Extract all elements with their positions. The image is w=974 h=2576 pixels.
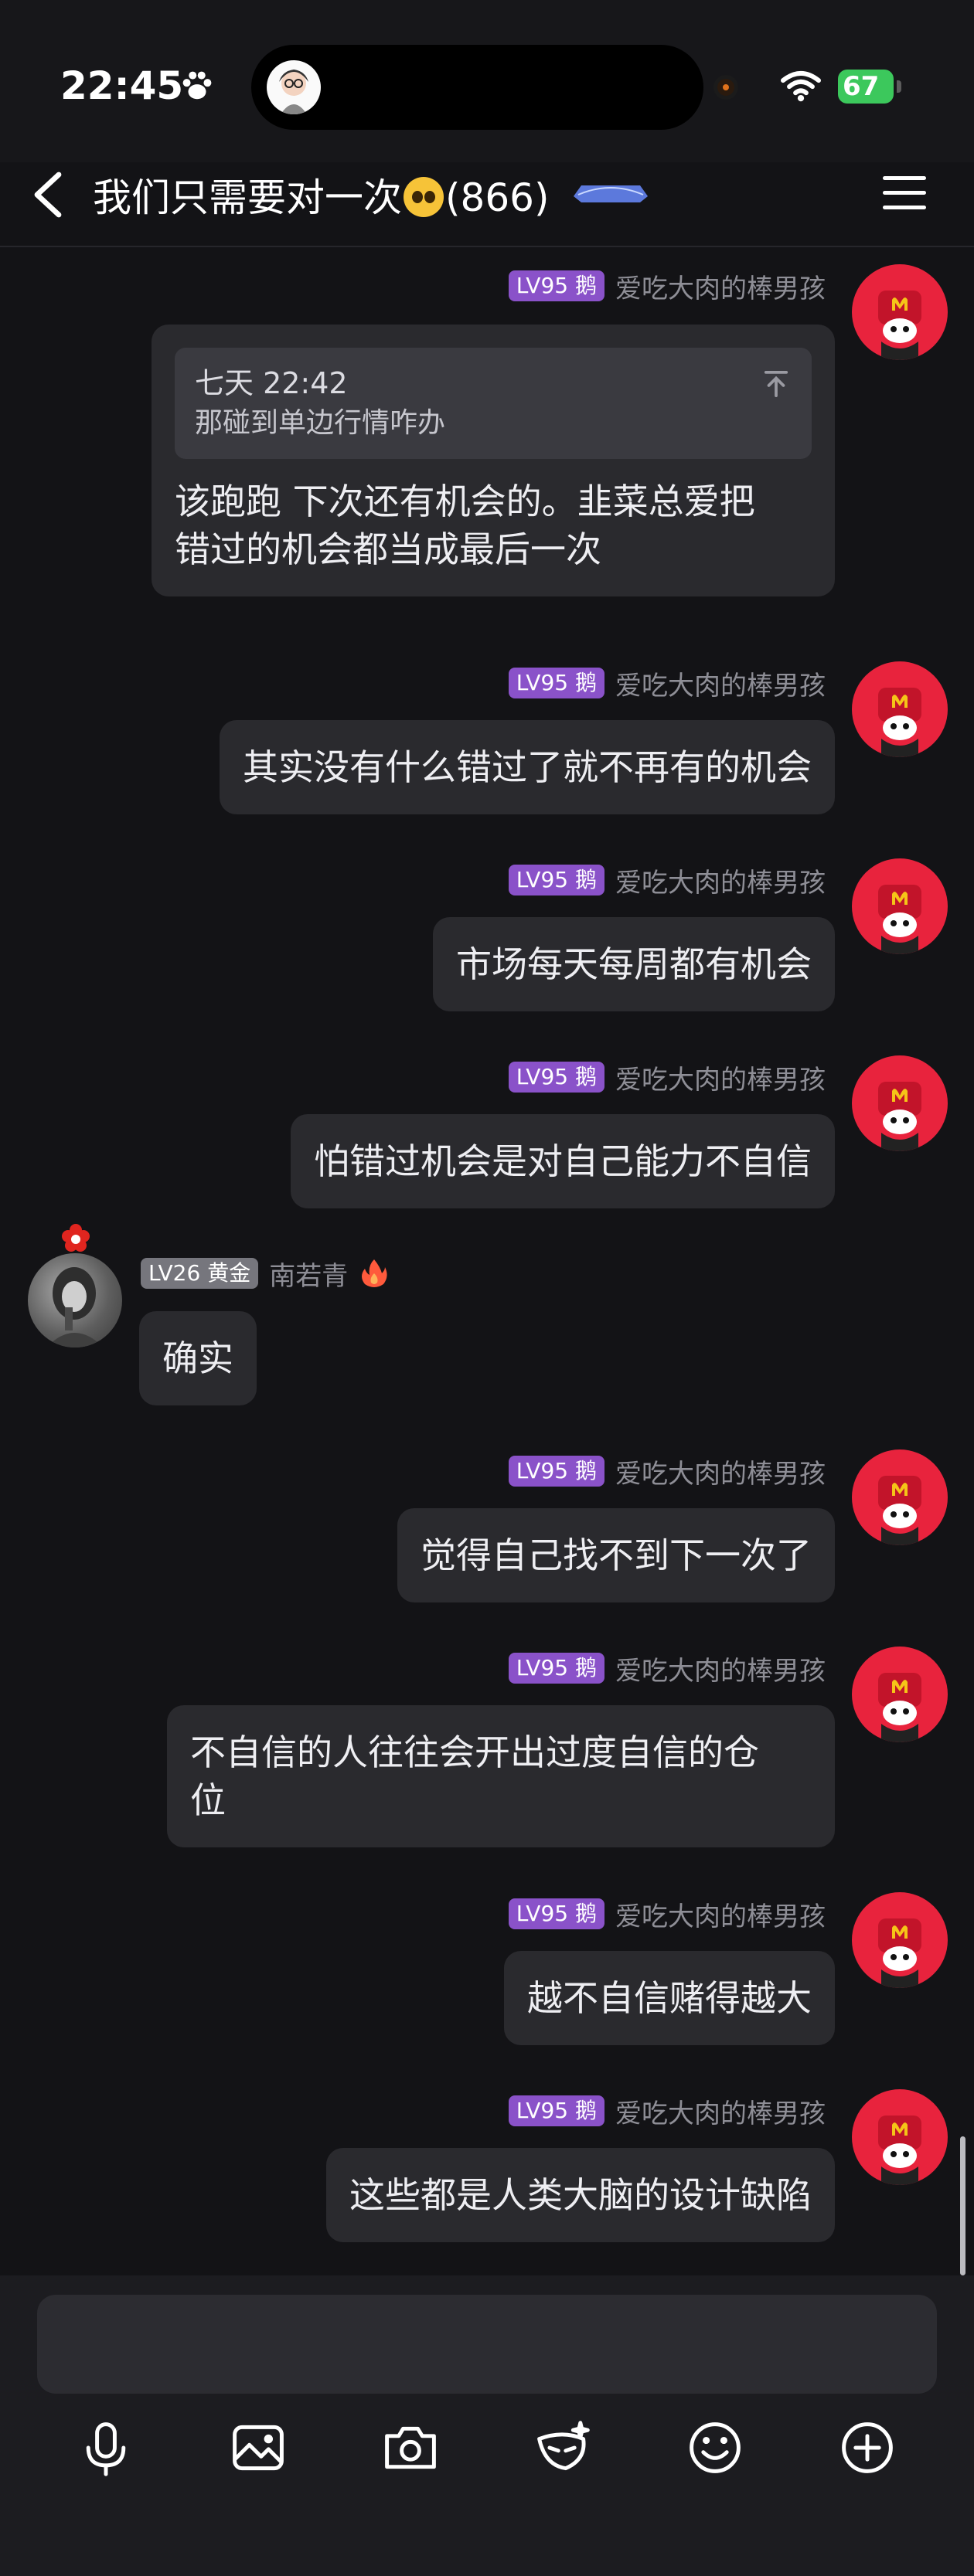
header-divider — [0, 246, 974, 247]
scrollbar[interactable] — [960, 2136, 965, 2275]
level-badge: LV95 鹅 — [508, 1456, 604, 1487]
pleading-face-emoji — [404, 177, 444, 217]
sender-avatar[interactable] — [852, 264, 948, 360]
plus-icon[interactable] — [838, 2418, 897, 2477]
battery-indicator: 67 — [838, 70, 894, 104]
level-badge: LV95 鹅 — [508, 1062, 604, 1093]
sender-name[interactable]: 爱吃大肉的棒男孩 — [615, 861, 826, 899]
message-text-line: 不自信的人往往会开出过度自信的仓 — [190, 1731, 759, 1773]
sender-name[interactable]: 爱吃大肉的棒男孩 — [615, 1895, 826, 1933]
sender-avatar[interactable] — [852, 858, 948, 954]
message-meta: LV95 鹅 爱吃大肉的棒男孩 — [508, 1650, 826, 1687]
message-bubble[interactable]: 越不自信赌得越大 — [504, 1951, 835, 2045]
level-badge: LV95 鹅 — [508, 1898, 604, 1929]
message-input[interactable] — [37, 2295, 937, 2394]
message-text-line: 该跑跑 下次还有机会的。韭菜总爱把 — [175, 481, 755, 522]
message-text-line: 错过的机会都当成最后一次 — [175, 528, 601, 570]
message-meta: LV95 鹅 爱吃大肉的棒男孩 — [508, 1453, 826, 1490]
quoted-message[interactable]: 七天 22:42 那碰到单边行情咋办 — [175, 348, 812, 459]
message-meta: LV26 黄金 南若青 — [141, 1255, 390, 1293]
camera-indicator — [717, 79, 734, 96]
message-text: 市场每天每周都有机会 — [456, 943, 812, 985]
message-text: 怕错过机会是对自己能力不自信 — [314, 1140, 812, 1182]
quote-header: 七天 22:42 — [195, 366, 348, 400]
sender-name[interactable]: 爱吃大肉的棒男孩 — [615, 1453, 826, 1490]
sender-name[interactable]: 爱吃大肉的棒男孩 — [615, 664, 826, 702]
sender-name[interactable]: 爱吃大肉的棒男孩 — [615, 2092, 826, 2130]
level-badge: LV95 鹅 — [508, 1653, 604, 1684]
message-text: 其实没有什么错过了就不再有的机会 — [243, 746, 812, 788]
message-meta: LV95 鹅 爱吃大肉的棒男孩 — [508, 664, 826, 702]
quote-text: 那碰到单边行情咋办 — [195, 407, 446, 439]
island-avatar — [267, 60, 321, 114]
sender-avatar[interactable] — [852, 661, 948, 757]
level-badge: LV26 黄金 — [141, 1258, 259, 1289]
mask-icon[interactable] — [533, 2418, 592, 2477]
sender-name[interactable]: 爱吃大肉的棒男孩 — [615, 1650, 826, 1687]
sender-avatar[interactable] — [852, 1449, 948, 1545]
message-bubble[interactable]: 不自信的人往往会开出过度自信的仓 位 — [167, 1705, 835, 1847]
camera-icon[interactable] — [381, 2418, 440, 2477]
jump-to-top-icon[interactable] — [764, 371, 788, 397]
level-badge: LV95 鹅 — [508, 865, 604, 895]
message-meta: LV95 鹅 爱吃大肉的棒男孩 — [508, 267, 826, 305]
message-meta: LV95 鹅 爱吃大肉的棒男孩 — [508, 1059, 826, 1096]
battery-level: 67 — [843, 71, 880, 102]
back-icon[interactable] — [31, 172, 65, 218]
message-text: 觉得自己找不到下一次了 — [421, 1534, 812, 1576]
sender-avatar[interactable] — [28, 1253, 122, 1347]
fire-icon — [362, 1259, 387, 1287]
message-bubble[interactable]: 七天 22:42 那碰到单边行情咋办 该跑跑 下次还有机会的。韭菜总爱把 错过的… — [152, 325, 835, 596]
message-bubble[interactable]: 怕错过机会是对自己能力不自信 — [291, 1114, 835, 1208]
message-meta: LV95 鹅 爱吃大肉的棒男孩 — [508, 861, 826, 899]
level-badge: LV95 鹅 — [508, 668, 604, 698]
dynamic-island[interactable] — [251, 45, 703, 130]
menu-icon[interactable] — [883, 176, 926, 210]
image-icon[interactable] — [229, 2418, 288, 2477]
member-count: (866) — [445, 175, 550, 220]
message-bubble[interactable]: 这些都是人类大脑的设计缺陷 — [326, 2148, 835, 2242]
sender-avatar[interactable] — [852, 2089, 948, 2185]
message-text: 这些都是人类大脑的设计缺陷 — [349, 2174, 812, 2216]
message-text-line: 位 — [190, 1779, 226, 1821]
sender-name[interactable]: 爱吃大肉的棒男孩 — [615, 267, 826, 305]
message-bubble[interactable]: 市场每天每周都有机会 — [433, 917, 835, 1011]
battery-tip — [897, 80, 901, 93]
chat-title: 我们只需要对一次 (866) — [93, 167, 549, 223]
sender-avatar[interactable] — [852, 1892, 948, 1988]
sender-avatar[interactable] — [852, 1647, 948, 1742]
sender-name[interactable]: 南若青 — [269, 1255, 348, 1293]
sender-avatar[interactable] — [852, 1055, 948, 1151]
message-meta: LV95 鹅 爱吃大肉的棒男孩 — [508, 2092, 826, 2130]
flower-icon — [62, 1224, 90, 1252]
message-text: 确实 — [162, 1337, 233, 1379]
mic-icon[interactable] — [77, 2418, 135, 2477]
level-badge: LV95 鹅 — [508, 2095, 604, 2126]
paw-icon — [182, 71, 212, 100]
sender-name[interactable]: 爱吃大肉的棒男孩 — [615, 1059, 826, 1096]
wifi-icon — [781, 70, 821, 102]
smile-icon[interactable] — [686, 2418, 744, 2477]
message-text: 越不自信赌得越大 — [527, 1977, 812, 2019]
league-badge-icon — [574, 185, 648, 202]
message-bubble[interactable]: 确实 — [139, 1311, 257, 1405]
message-meta: LV95 鹅 爱吃大肉的棒男孩 — [508, 1895, 826, 1933]
group-name: 我们只需要对一次 — [93, 175, 402, 220]
status-time: 22:45 — [60, 63, 184, 108]
message-bubble[interactable]: 其实没有什么错过了就不再有的机会 — [220, 720, 835, 814]
status-bar: 22:45 67 我们只需要对一次 (866) — [0, 0, 974, 220]
level-badge: LV95 鹅 — [508, 270, 604, 301]
message-bubble[interactable]: 觉得自己找不到下一次了 — [397, 1508, 835, 1602]
